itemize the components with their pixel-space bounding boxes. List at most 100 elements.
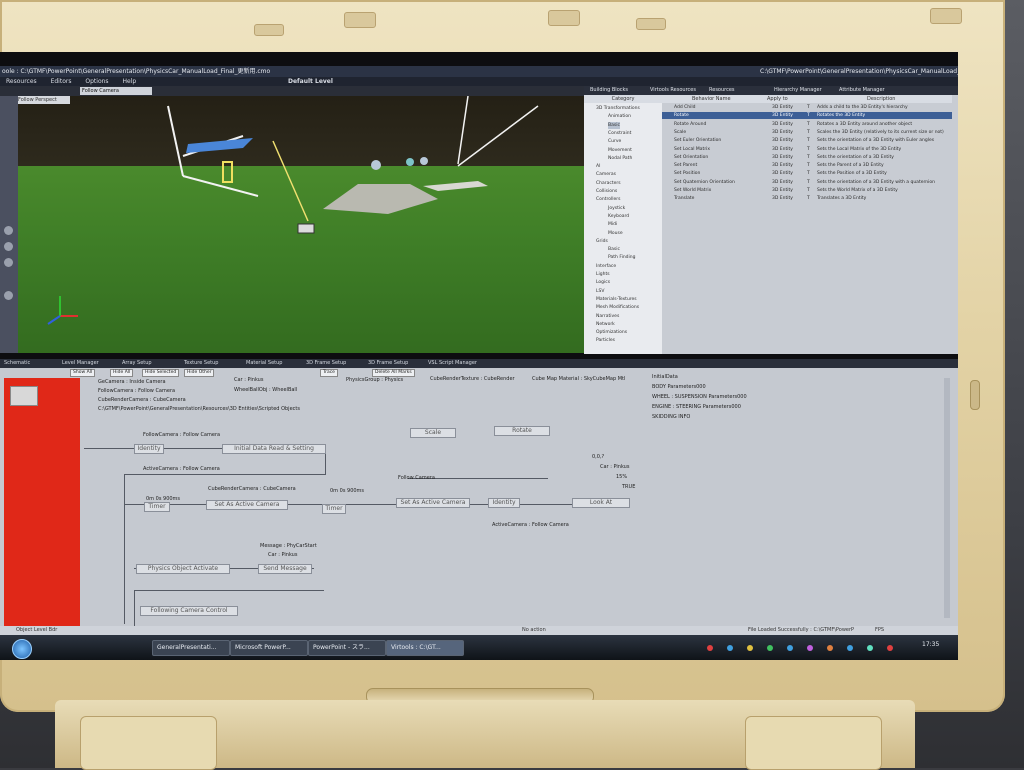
category-item[interactable]: Grids bbox=[596, 238, 608, 245]
set-active-camera-block[interactable]: Set As Active Camera bbox=[206, 500, 288, 510]
block-param: 0m 0s 900ms bbox=[330, 488, 365, 494]
identity-block[interactable]: Identity bbox=[134, 444, 164, 454]
col-apply-to[interactable]: Apply to bbox=[767, 95, 788, 103]
rotate-block[interactable]: Rotate bbox=[494, 426, 550, 436]
schematic-scrollbar[interactable] bbox=[944, 378, 950, 618]
category-item[interactable]: Network bbox=[596, 321, 615, 328]
param-label: Car : Pinkus bbox=[234, 377, 264, 383]
schematic-tab[interactable]: 3D Frame Setup bbox=[368, 359, 408, 368]
orbit-icon[interactable] bbox=[4, 226, 13, 235]
behavior-row[interactable]: Set Position 3D Entity T Sets the Position … bbox=[662, 170, 952, 177]
menu-options[interactable]: Options bbox=[85, 78, 108, 85]
category-item[interactable]: Particles bbox=[596, 337, 615, 344]
category-item[interactable]: Constraint bbox=[608, 130, 631, 137]
trace-button[interactable]: Trace bbox=[320, 369, 338, 377]
block-param: 15% bbox=[616, 474, 628, 480]
show-all-button[interactable]: Show All bbox=[70, 369, 96, 377]
delete-all-marks-button[interactable]: Delete All Marks bbox=[372, 369, 415, 377]
col-behavior-name[interactable]: Behavior Name bbox=[692, 95, 731, 103]
category-item[interactable]: Joystick bbox=[608, 205, 625, 212]
schematic-tab[interactable]: Level Manager bbox=[62, 359, 99, 368]
timer-block[interactable]: Timer bbox=[322, 504, 346, 514]
category-item[interactable]: Mouse bbox=[608, 230, 623, 237]
camera-select[interactable]: Follow Camera bbox=[80, 87, 152, 95]
camera-icon[interactable] bbox=[4, 291, 13, 300]
pan-icon[interactable] bbox=[4, 242, 13, 251]
viewport-tab[interactable]: Follow Perspect bbox=[18, 96, 70, 104]
behavior-row[interactable]: Set World Matrix 3D Entity T Sets the World… bbox=[662, 187, 952, 194]
schematic-editor[interactable]: Show All Hide All Hide Selected Hide Oth… bbox=[0, 368, 958, 626]
schematic-tab[interactable]: 3D Frame Setup bbox=[306, 359, 346, 368]
initial-data-block[interactable]: Initial Data Read & Setting bbox=[222, 444, 326, 454]
behavior-row[interactable]: Scale 3D Entity T Scales the 3D Entity (rel… bbox=[662, 129, 952, 136]
tab-building-blocks[interactable]: Building Blocks bbox=[590, 86, 628, 95]
category-item[interactable]: Basic bbox=[608, 246, 620, 253]
hide-all-button[interactable]: Hide All bbox=[110, 369, 134, 377]
category-item[interactable]: Interface bbox=[596, 263, 616, 270]
category-item[interactable]: Keyboard bbox=[608, 213, 629, 220]
category-item[interactable]: Logics bbox=[596, 279, 610, 286]
latch bbox=[930, 8, 962, 24]
tab-virtools-resources[interactable]: Virtools Resources bbox=[650, 86, 696, 95]
behavior-desc: Scales the 3D Entity (relatively to its … bbox=[817, 129, 944, 135]
hide-selected-button[interactable]: Hide Selected bbox=[142, 369, 180, 377]
tab-resources[interactable]: Resources bbox=[709, 86, 735, 95]
following-camera-control-block[interactable]: Following Camera Control bbox=[140, 606, 238, 616]
taskbar-item[interactable]: PowerPoint - スラ... bbox=[308, 640, 386, 656]
behavior-row[interactable]: Set Parent 3D Entity T Sets the Parent of a… bbox=[662, 162, 952, 169]
category-item[interactable]: Path Finding bbox=[608, 254, 636, 261]
category-item[interactable]: Materials-Textures bbox=[596, 296, 637, 303]
schematic-tab[interactable]: Texture Setup bbox=[184, 359, 218, 368]
set-active-camera-block[interactable]: Set As Active Camera bbox=[396, 498, 470, 508]
taskbar-item[interactable]: GeneralPresentati... bbox=[152, 640, 230, 656]
col-description[interactable]: Description bbox=[867, 95, 895, 103]
3d-viewport[interactable] bbox=[18, 96, 584, 353]
category-item[interactable]: Movement bbox=[608, 147, 632, 154]
tab-hierarchy-manager[interactable]: Hierarchy Manager bbox=[774, 86, 822, 95]
category-item[interactable]: Curve bbox=[608, 138, 621, 145]
schematic-tab[interactable]: Array Setup bbox=[122, 359, 152, 368]
menu-resources[interactable]: Resources bbox=[6, 78, 37, 85]
physics-object-activate-block[interactable]: Physics Object Activate bbox=[136, 564, 230, 574]
taskbar-item[interactable]: Virtools : C:\GT... bbox=[386, 640, 464, 656]
behavior-row[interactable]: Rotate 3D Entity T Rotates the 3D Entity bbox=[662, 112, 952, 120]
category-item[interactable]: Narratives bbox=[596, 313, 619, 320]
scale-block[interactable]: Scale bbox=[410, 428, 456, 438]
category-item[interactable]: Nodal Path bbox=[608, 155, 632, 162]
start-button[interactable] bbox=[12, 639, 32, 659]
category-item[interactable]: LSV bbox=[596, 288, 604, 295]
category-item[interactable]: Midi bbox=[608, 221, 617, 228]
timer-block[interactable]: Timer bbox=[144, 502, 170, 512]
category-item[interactable]: AI bbox=[596, 163, 600, 170]
send-message-block[interactable]: Send Message bbox=[258, 564, 312, 574]
category-item[interactable]: Mesh Modifications bbox=[596, 304, 639, 311]
look-at-block[interactable]: Look At bbox=[572, 498, 630, 508]
schematic-tab[interactable]: Material Setup bbox=[246, 359, 282, 368]
schematic-tab[interactable]: VSL Script Manager bbox=[428, 359, 477, 368]
category-item[interactable]: Controllers bbox=[596, 196, 620, 203]
menu-help[interactable]: Help bbox=[122, 78, 136, 85]
taskbar-item[interactable]: Microsoft PowerP... bbox=[230, 640, 308, 656]
hide-other-button[interactable]: Hide Other bbox=[184, 369, 215, 377]
category-item[interactable]: Basic bbox=[608, 121, 620, 129]
category-item[interactable]: Cameras bbox=[596, 171, 616, 178]
category-item[interactable]: Optimizations bbox=[596, 329, 627, 336]
category-item[interactable]: Animation bbox=[608, 113, 631, 120]
category-item[interactable]: 3D Transformations bbox=[596, 105, 640, 112]
behavior-row[interactable]: Set Euler Orientation 3D Entity T Sets the … bbox=[662, 137, 952, 144]
script-list[interactable] bbox=[4, 378, 80, 626]
behavior-row[interactable]: Add Child 3D Entity T Adds a child to the 3… bbox=[662, 104, 952, 111]
zoom-icon[interactable] bbox=[4, 258, 13, 267]
category-item[interactable]: Collisions bbox=[596, 188, 617, 195]
menu-editors[interactable]: Editors bbox=[51, 78, 72, 85]
tab-attribute-manager[interactable]: Attribute Manager bbox=[839, 86, 885, 95]
behavior-row[interactable]: Set Local Matrix 3D Entity T Sets the Local… bbox=[662, 146, 952, 153]
category-item[interactable]: Characters bbox=[596, 180, 621, 187]
behavior-row[interactable]: Rotate Around 3D Entity T Rotates a 3D Enti… bbox=[662, 121, 952, 128]
category-item[interactable]: Lights bbox=[596, 271, 610, 278]
behavior-row[interactable]: Translate 3D Entity T Translates a 3D Entit… bbox=[662, 195, 952, 202]
behavior-row[interactable]: Set Orientation 3D Entity T Sets the orient… bbox=[662, 154, 952, 161]
identity-block[interactable]: Identity bbox=[488, 498, 520, 508]
schematic-tab[interactable]: Schematic bbox=[4, 359, 30, 368]
behavior-row[interactable]: Set Quaternion Orientation 3D Entity T Sets… bbox=[662, 179, 952, 186]
